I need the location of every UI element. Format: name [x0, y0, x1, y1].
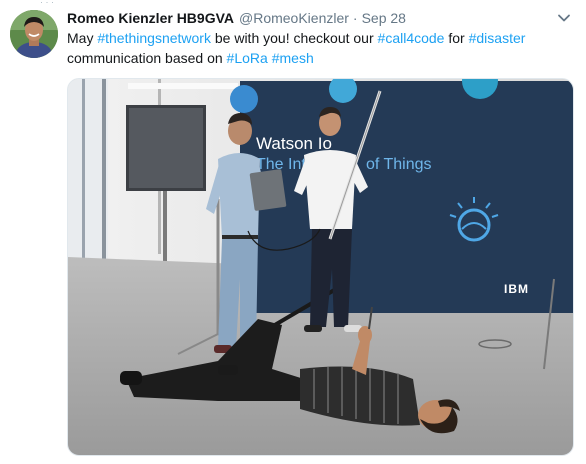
- user-avatar[interactable]: [10, 10, 58, 58]
- tweet-text-part: May: [67, 30, 98, 46]
- tweet-text-part: for: [444, 30, 469, 46]
- tweet[interactable]: · · · Romeo Kienzler HB9GVA @RomeoKienzl…: [0, 0, 586, 464]
- tweet-text-part: be with you! checkout our: [210, 30, 378, 46]
- header-separator: ·: [352, 10, 358, 26]
- backdrop-text: of Things: [366, 156, 432, 173]
- previous-tweet-edge: · · ·: [40, 0, 80, 4]
- tweet-photo[interactable]: Watson Io The Inte of Things IBM: [67, 78, 574, 456]
- backdrop-text: Watson Io: [256, 134, 332, 153]
- photo-scene: Watson Io The Inte of Things IBM: [68, 79, 573, 455]
- tweet-text: May #thethingsnetwork be with you! check…: [67, 28, 572, 68]
- backdrop-logo: IBM: [504, 282, 529, 296]
- hashtag-lora[interactable]: #LoRa: [227, 50, 268, 66]
- tweet-text-part: communication based on: [67, 50, 227, 66]
- tweet-header: Romeo Kienzler HB9GVA @RomeoKienzler · S…: [67, 9, 406, 27]
- chevron-down-icon[interactable]: [557, 11, 571, 25]
- hashtag-mesh[interactable]: #mesh: [272, 50, 314, 66]
- author-handle[interactable]: @RomeoKienzler: [239, 9, 349, 27]
- author-display-name[interactable]: Romeo Kienzler HB9GVA: [67, 9, 234, 27]
- hashtag-thethingsnetwork[interactable]: #thethingsnetwork: [97, 30, 211, 46]
- hashtag-disaster[interactable]: #disaster: [469, 30, 526, 46]
- hashtag-call4code[interactable]: #call4code: [378, 30, 445, 46]
- tweet-timestamp[interactable]: Sep 28: [362, 9, 406, 27]
